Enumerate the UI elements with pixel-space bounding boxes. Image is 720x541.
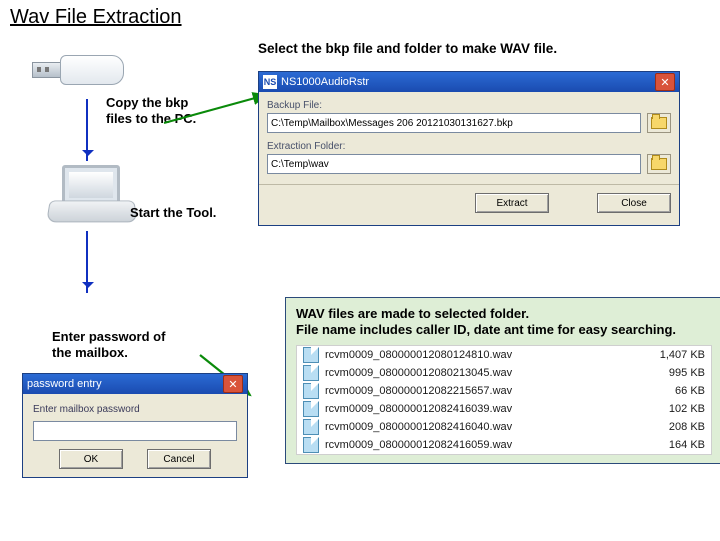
wav-file-row[interactable]: rcvm0009_080000012082416059.wav 164 KB [297,436,711,454]
wav-file-name: rcvm0009_080000012082416040.wav [325,421,629,433]
wav-file-row[interactable]: rcvm0009_080000012082416039.wav 102 KB [297,400,711,418]
folder-icon [651,117,667,129]
wav-file-list: rcvm0009_080000012080124810.wav1,407 KBr… [296,345,712,455]
wav-file-size: 102 KB [635,403,705,415]
wav-result-panel: WAV files are made to selected folder. F… [285,297,720,464]
usb-drive-illustration [28,49,124,97]
wav-file-row[interactable]: rcvm0009_080000012080213045.wav 995 KB [297,364,711,382]
wav-file-size: 66 KB [635,385,705,397]
browse-folder-button[interactable] [647,154,671,174]
wav-file-name: rcvm0009_080000012082215657.wav [325,385,629,397]
extraction-folder-label: Extraction Folder: [267,141,671,152]
laptop-illustration [48,165,138,225]
password-dialog: password entry ✕ Enter mailbox password … [22,373,248,478]
wav-file-name: rcvm0009_080000012082416039.wav [325,403,629,415]
wav-file-row[interactable]: rcvm0009_080000012082215657.wav 66 KB [297,382,711,400]
start-tool-text: Start the Tool. [130,205,216,220]
backup-file-label: Backup File: [267,100,671,111]
wav-file-icon [303,383,319,399]
close-button[interactable]: Close [597,193,671,213]
password-dialog-titlebar: password entry ✕ [23,374,247,394]
wav-file-icon [303,401,319,417]
wav-file-size: 208 KB [635,421,705,433]
password-dialog-title: password entry [27,378,102,390]
backup-file-input[interactable] [267,113,641,133]
wav-file-size: 995 KB [635,367,705,379]
page-title: Wav File Extraction [10,6,710,29]
wav-file-name: rcvm0009_080000012080124810.wav [325,349,629,361]
browse-backup-button[interactable] [647,113,671,133]
folder-icon [651,158,667,170]
cancel-button[interactable]: Cancel [147,449,211,469]
wav-file-row[interactable]: rcvm0009_080000012080124810.wav 1,407 KB [297,346,711,364]
wav-result-line1: WAV files are made to selected folder. [296,306,529,321]
wav-file-size: 164 KB [635,439,705,451]
wav-file-icon [303,419,319,435]
close-icon[interactable]: ✕ [655,73,675,91]
enter-password-line1: Enter password of [52,329,165,344]
extraction-dialog-title: NS1000AudioRstr [281,76,369,88]
wav-file-name: rcvm0009_080000012080213045.wav [325,367,629,379]
wav-file-name: rcvm0009_080000012082416059.wav [325,439,629,451]
extract-button[interactable]: Extract [475,193,549,213]
close-icon[interactable]: ✕ [223,375,243,393]
ok-button[interactable]: OK [59,449,123,469]
password-prompt: Enter mailbox password [33,404,237,415]
password-input[interactable] [33,421,237,441]
enter-password-line2: the mailbox. [52,345,128,360]
select-bkp-instruction: Select the bkp file and folder to make W… [258,41,557,56]
wav-file-size: 1,407 KB [635,349,705,361]
extraction-dialog-titlebar: NS NS1000AudioRstr ✕ [259,72,679,92]
wav-result-line2: File name includes caller ID, date ant t… [296,322,676,337]
arrow-usb-to-laptop [86,99,88,161]
app-icon: NS [263,75,277,89]
wav-file-icon [303,347,319,363]
wav-file-icon [303,365,319,381]
extraction-dialog: NS NS1000AudioRstr ✕ Backup File: Extrac… [258,71,680,226]
enter-password-text: Enter password of the mailbox. [52,329,165,360]
arrow-laptop-to-password [86,231,88,293]
extraction-folder-input[interactable] [267,154,641,174]
arrow-to-backup-field [162,89,272,129]
wav-file-icon [303,437,319,453]
wav-file-row[interactable]: rcvm0009_080000012082416040.wav 208 KB [297,418,711,436]
